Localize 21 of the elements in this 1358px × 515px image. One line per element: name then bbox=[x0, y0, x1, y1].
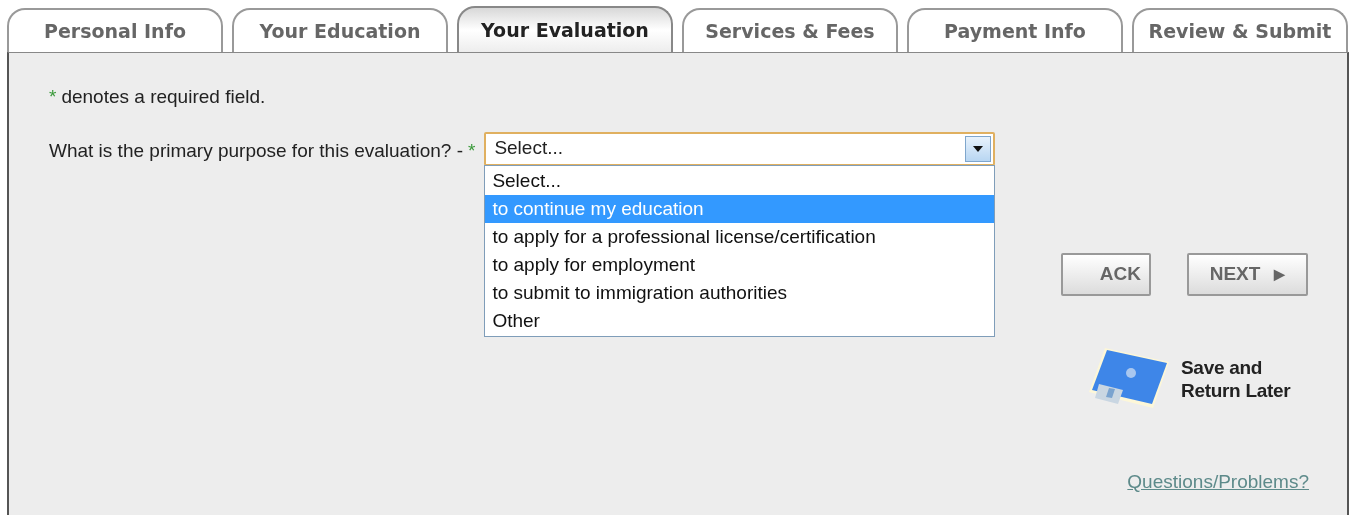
purpose-select[interactable]: Select... bbox=[484, 131, 996, 166]
dropdown-option[interactable]: to apply for a professional license/certification bbox=[485, 222, 995, 251]
back-button[interactable]: ACK bbox=[1061, 253, 1151, 296]
dropdown-option[interactable]: Other bbox=[485, 306, 995, 335]
dropdown-option[interactable]: to submit to immigration authorities bbox=[485, 278, 995, 307]
required-mark: * bbox=[49, 85, 57, 109]
dropdown-option[interactable]: to continue my education bbox=[485, 194, 995, 223]
tab[interactable]: Services & Fees bbox=[682, 8, 898, 52]
next-button[interactable]: NEXT ▶ bbox=[1187, 253, 1308, 296]
tab[interactable]: Payment Info bbox=[907, 8, 1123, 52]
tab[interactable]: Your Education bbox=[232, 8, 448, 52]
tab[interactable]: Your Evaluation bbox=[457, 6, 673, 52]
question-label: What is the primary purpose for this evaluation? - bbox=[49, 138, 463, 163]
save-and-return-later-link[interactable]: Save and Return Later bbox=[1181, 356, 1313, 402]
tab[interactable]: Review & Submit bbox=[1132, 8, 1348, 52]
required-note: denotes a required field. bbox=[61, 85, 266, 109]
dropdown-option[interactable]: to apply for employment bbox=[485, 250, 995, 279]
dropdown-option[interactable]: Select... bbox=[485, 166, 995, 195]
tab[interactable]: Personal Info bbox=[7, 8, 223, 52]
questions-problems-link[interactable]: Questions/Problems? bbox=[1127, 468, 1309, 497]
required-mark: * bbox=[467, 138, 476, 163]
